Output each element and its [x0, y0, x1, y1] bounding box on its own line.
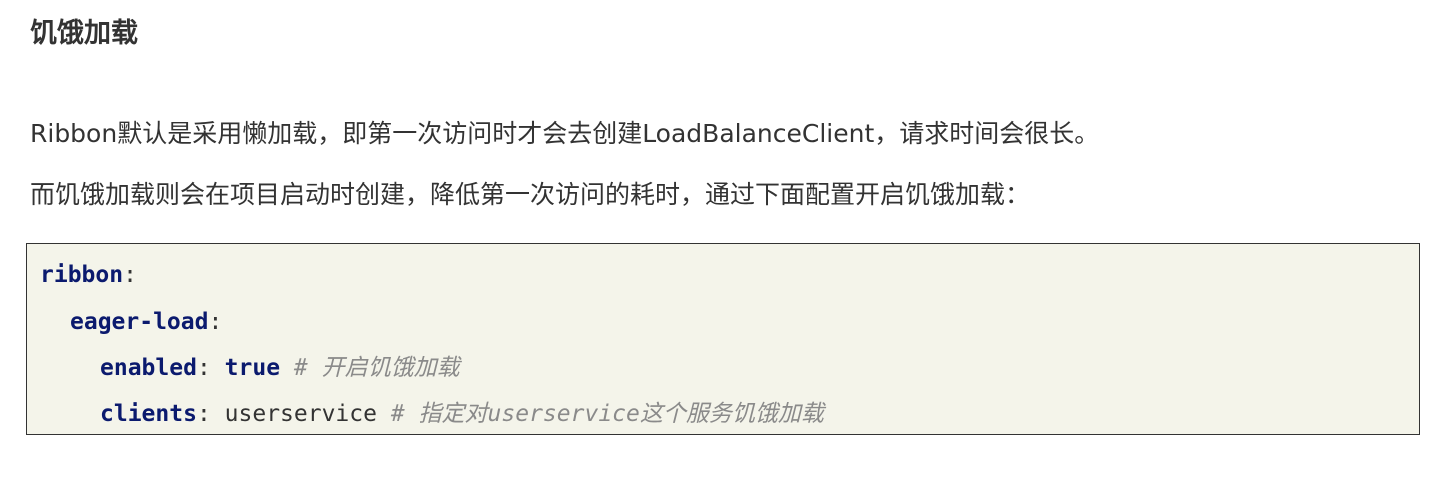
paragraph-lazy-load: Ribbon默认是采用懒加载，即第一次访问时才会去创建LoadBalanceCl…: [30, 119, 1100, 148]
yaml-key: enabled: [100, 355, 197, 381]
yaml-key: clients: [100, 401, 197, 427]
section-heading: 饥饿加载: [30, 18, 138, 49]
yaml-value: userservice: [224, 401, 377, 427]
yaml-value: true: [224, 355, 281, 381]
code-line-enabled: enabled: true # 开启饥饿加载: [40, 353, 460, 383]
yaml-key: eager-load: [70, 309, 209, 335]
yaml-colon: :: [196, 355, 211, 381]
yaml-comment: # 指定对userservice这个服务饥饿加载: [390, 401, 824, 427]
yaml-colon: :: [123, 262, 137, 288]
yaml-key: ribbon: [40, 262, 124, 288]
code-line-ribbon: ribbon:: [40, 260, 137, 290]
code-line-eager-load: eager-load:: [40, 307, 222, 337]
yaml-colon: :: [208, 309, 223, 335]
paragraph-eager-load: 而饥饿加载则会在项目启动时创建，降低第一次访问的耗时，通过下面配置开启饥饿加载：: [30, 180, 1031, 209]
code-block: ribbon: eager-load: enabled: true # 开启饥饿…: [26, 243, 1420, 435]
code-line-clients: clients: userservice # 指定对userservice这个服…: [40, 399, 824, 429]
yaml-colon: :: [196, 401, 211, 427]
yaml-comment: # 开启饥饿加载: [293, 355, 460, 381]
